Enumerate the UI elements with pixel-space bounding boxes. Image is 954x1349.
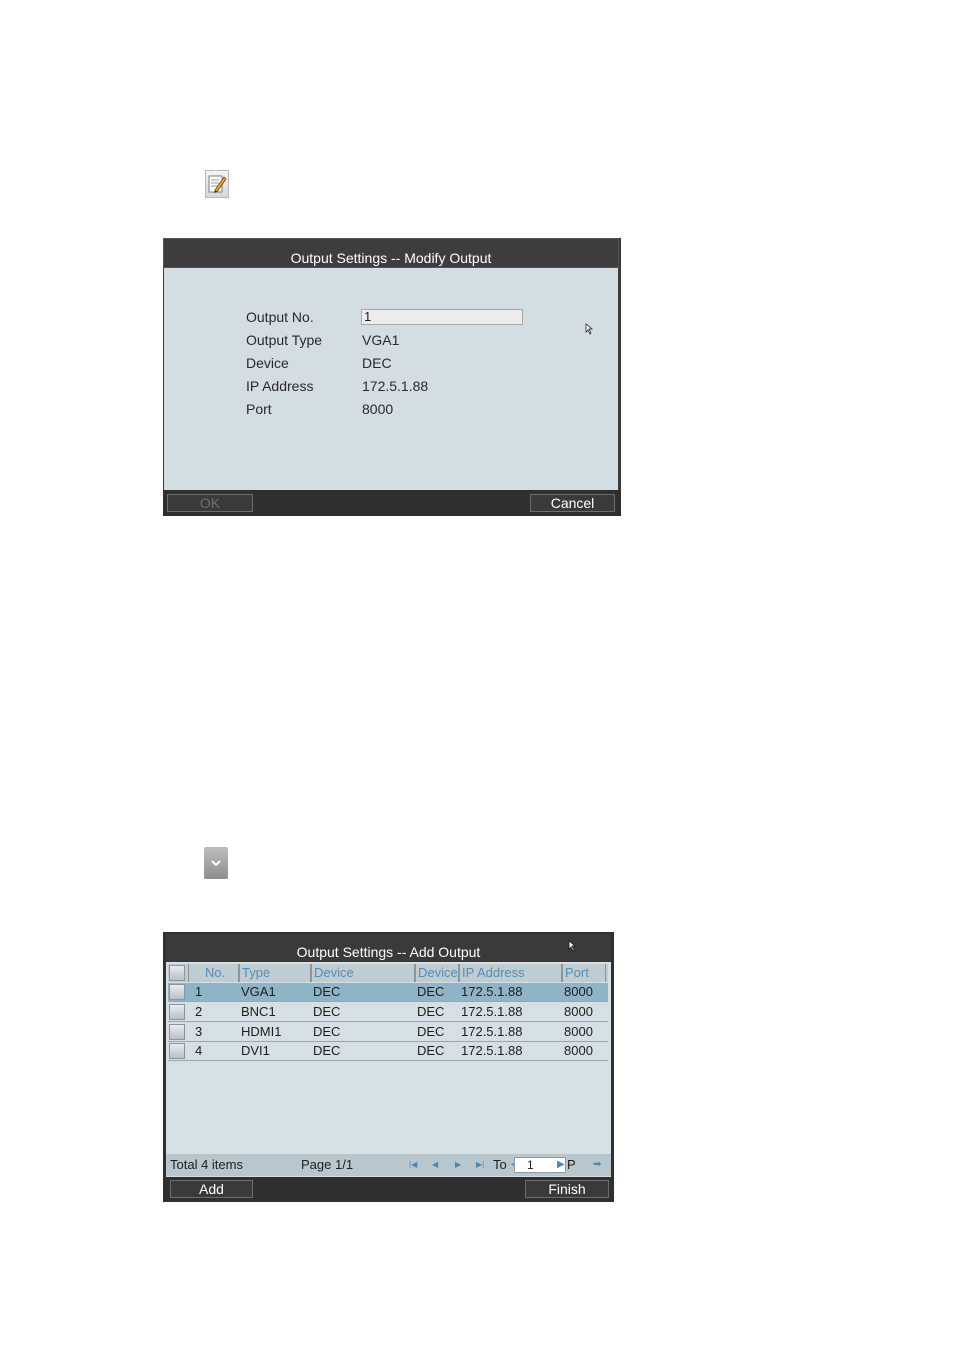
next-page-icon[interactable]: ▶ bbox=[455, 1154, 461, 1176]
go-page-icon[interactable]: ➡ bbox=[593, 1154, 601, 1176]
to-label: To bbox=[493, 1157, 507, 1172]
row-checkbox[interactable] bbox=[169, 1043, 185, 1059]
cell-device: DEC bbox=[313, 1024, 341, 1039]
cell-type: DVI1 bbox=[241, 1043, 270, 1058]
port-value: 8000 bbox=[362, 401, 394, 417]
cell-port: 8000 bbox=[564, 1004, 593, 1019]
col-no[interactable]: No. bbox=[188, 964, 239, 982]
cursor-icon bbox=[585, 323, 594, 335]
output-type-value: VGA1 bbox=[362, 332, 400, 348]
cell-device: DEC bbox=[313, 1043, 341, 1058]
col-device-2[interactable]: Device bbox=[415, 964, 459, 982]
cell-device-2: DEC bbox=[417, 1024, 445, 1039]
chevron-down-graphic bbox=[211, 860, 221, 867]
dialog-footer: Add Finish bbox=[163, 1177, 614, 1202]
output-list-body: No. Type Device Device IP Address Port 1… bbox=[166, 962, 611, 1177]
output-no-input[interactable]: 1 bbox=[361, 309, 523, 325]
prev-page-icon[interactable]: ◀ bbox=[432, 1154, 438, 1176]
add-output-dialog: Output Settings -- Add Output No. Type D… bbox=[163, 932, 614, 1202]
cell-device-2: DEC bbox=[417, 1004, 445, 1019]
cell-device: DEC bbox=[313, 984, 341, 999]
page-increment-icon[interactable]: ▶ bbox=[557, 1154, 565, 1176]
cell-ip: 172.5.1.88 bbox=[461, 1043, 523, 1058]
cursor-icon bbox=[568, 940, 577, 952]
cell-device-2: DEC bbox=[417, 1043, 445, 1058]
device-value: DEC bbox=[362, 355, 392, 371]
modify-output-dialog: Output Settings -- Modify Output Output … bbox=[163, 238, 621, 516]
dialog-title: Output Settings -- Add Output bbox=[166, 934, 611, 962]
cell-no: 1 bbox=[195, 984, 203, 999]
dialog-body: Output No. 1 Output Type VGA1 Device DEC… bbox=[164, 268, 618, 490]
page-indicator: Page 1/1 bbox=[301, 1157, 354, 1172]
pagination-bar: Total 4 items Page 1/1 |◀ ◀ ▶ ▶| To ◀ 1 … bbox=[166, 1154, 611, 1176]
row-checkbox[interactable] bbox=[169, 1024, 185, 1040]
col-ip-address[interactable]: IP Address bbox=[459, 964, 562, 982]
p-label: P bbox=[567, 1157, 576, 1172]
cell-port: 8000 bbox=[564, 984, 593, 999]
cell-port: 8000 bbox=[564, 1043, 593, 1058]
cell-ip: 172.5.1.88 bbox=[461, 1004, 523, 1019]
cell-type: VGA1 bbox=[241, 984, 276, 999]
row-checkbox[interactable] bbox=[169, 984, 185, 1000]
last-page-icon[interactable]: ▶| bbox=[476, 1154, 484, 1176]
col-type[interactable]: Type bbox=[239, 964, 311, 982]
cell-no: 3 bbox=[195, 1024, 203, 1039]
row-checkbox[interactable] bbox=[169, 1004, 185, 1020]
finish-button[interactable]: Finish bbox=[525, 1180, 609, 1198]
output-no-label: Output No. bbox=[246, 309, 314, 325]
ip-address-value: 172.5.1.88 bbox=[362, 378, 429, 394]
cell-type: BNC1 bbox=[241, 1004, 276, 1019]
ok-button[interactable]: OK bbox=[167, 494, 253, 512]
cell-ip: 172.5.1.88 bbox=[461, 984, 523, 999]
table-row[interactable]: 2 BNC1 DEC DEC 172.5.1.88 8000 bbox=[168, 1003, 608, 1022]
cell-device-2: DEC bbox=[417, 984, 445, 999]
cell-ip: 172.5.1.88 bbox=[461, 1024, 523, 1039]
port-label: Port bbox=[246, 401, 272, 417]
table-row[interactable]: 3 HDMI1 DEC DEC 172.5.1.88 8000 bbox=[168, 1023, 608, 1042]
col-device[interactable]: Device bbox=[311, 964, 415, 982]
add-button[interactable]: Add bbox=[170, 1180, 253, 1198]
device-label: Device bbox=[246, 355, 289, 371]
select-all-checkbox[interactable] bbox=[169, 965, 185, 981]
table-header: No. Type Device Device IP Address Port bbox=[168, 964, 608, 982]
edit-icon[interactable] bbox=[205, 170, 229, 198]
total-items: Total 4 items bbox=[170, 1157, 243, 1172]
cell-port: 8000 bbox=[564, 1024, 593, 1039]
cell-no: 4 bbox=[195, 1043, 203, 1058]
cell-device: DEC bbox=[313, 1004, 341, 1019]
dialog-footer: OK Cancel bbox=[163, 490, 621, 516]
first-page-icon[interactable]: |◀ bbox=[409, 1154, 417, 1176]
ip-address-label: IP Address bbox=[246, 378, 314, 394]
table-row[interactable]: 4 DVI1 DEC DEC 172.5.1.88 8000 bbox=[168, 1042, 608, 1061]
col-port[interactable]: Port bbox=[562, 964, 606, 982]
dialog-title: Output Settings -- Modify Output bbox=[163, 238, 619, 268]
cell-no: 2 bbox=[195, 1004, 203, 1019]
cell-type: HDMI1 bbox=[241, 1024, 282, 1039]
chevron-down-icon[interactable] bbox=[204, 847, 228, 879]
cancel-button[interactable]: Cancel bbox=[530, 494, 615, 512]
edit-icon-graphic bbox=[208, 175, 227, 193]
table-row[interactable]: 1 VGA1 DEC DEC 172.5.1.88 8000 bbox=[168, 983, 608, 1002]
output-type-label: Output Type bbox=[246, 332, 323, 348]
